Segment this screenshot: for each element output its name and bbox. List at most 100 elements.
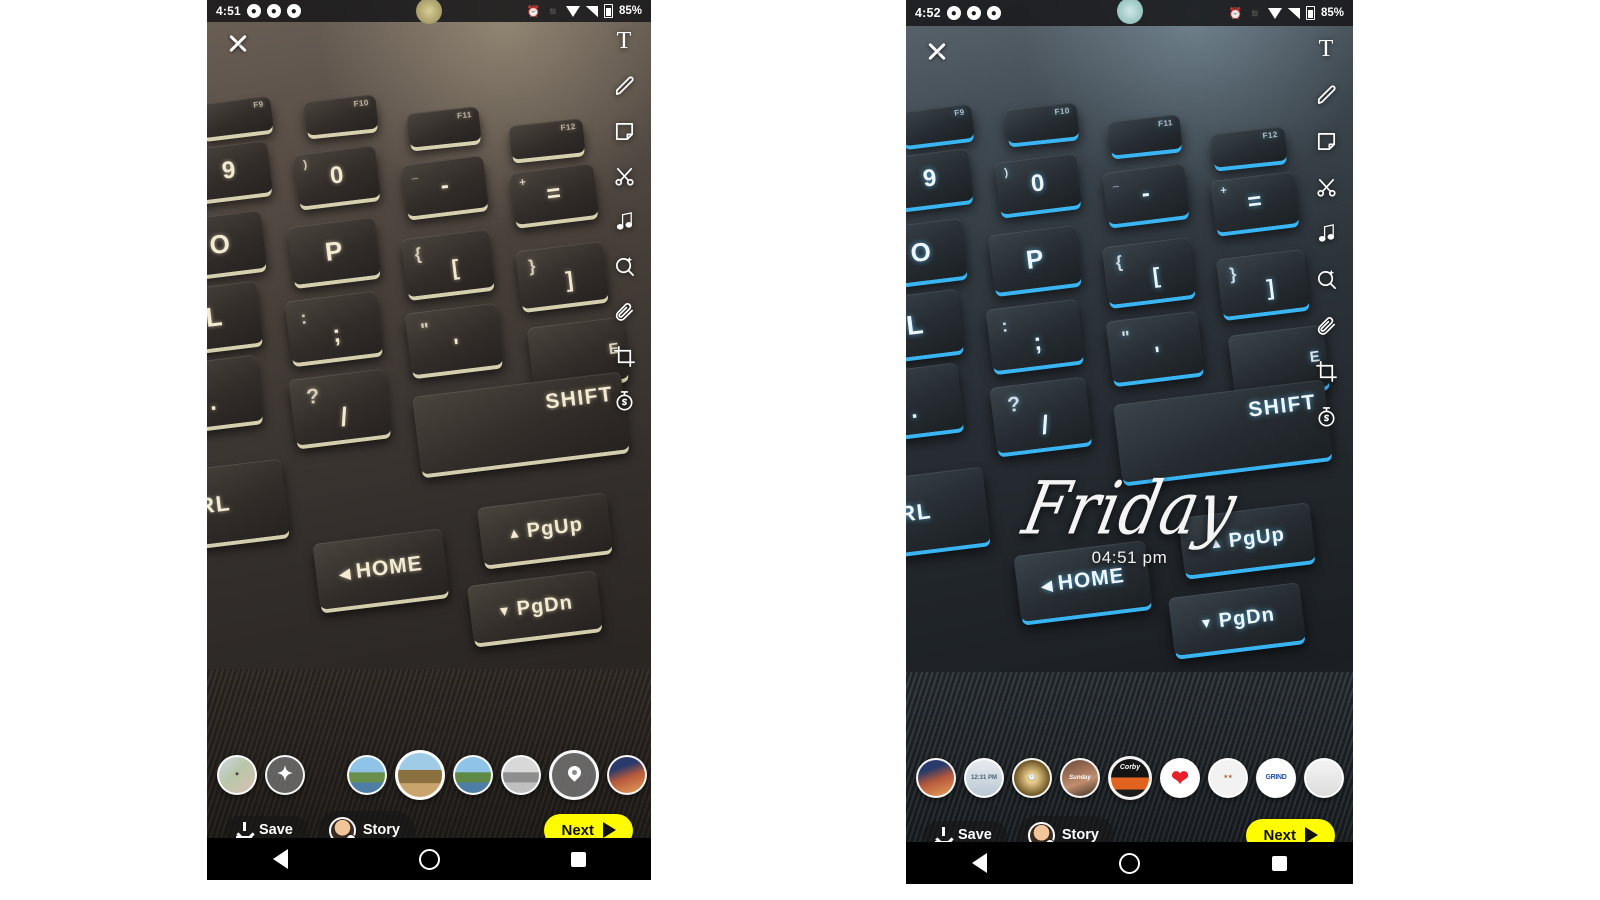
filter-sunday[interactable]: Sunday xyxy=(1060,758,1100,798)
key-slash: ? / xyxy=(288,368,393,446)
lens-tool-icon[interactable] xyxy=(611,253,637,279)
status-time: 4:52 xyxy=(915,6,941,20)
wifi-icon xyxy=(1267,7,1282,19)
filter-wording[interactable]: ★★ xyxy=(1208,758,1248,798)
phone-screen-left: F9 F10 F11 F12 (9 )0 _- += O P {[ }] L :… xyxy=(207,0,651,880)
filter-scenic-3[interactable] xyxy=(453,755,493,795)
snap-photo-left[interactable]: F9 F10 F11 F12 (9 )0 _- += O P {[ }] L :… xyxy=(207,0,651,880)
key-semicolon: :; xyxy=(985,298,1085,372)
key-l: L xyxy=(207,280,264,354)
recents-button[interactable] xyxy=(1272,855,1287,871)
messenger-icon: ● xyxy=(266,4,281,18)
key-l: L xyxy=(906,288,965,362)
send-arrow-icon xyxy=(1305,827,1318,843)
alarm-icon: ⏰ xyxy=(1228,7,1243,20)
scissors-tool-icon[interactable] xyxy=(611,163,637,189)
recents-button[interactable] xyxy=(570,851,586,867)
next-label: Next xyxy=(561,821,594,839)
signal-off-icon xyxy=(585,5,598,17)
signal-off-icon xyxy=(1287,7,1300,19)
key-bracket-left: {[ xyxy=(1101,236,1197,306)
editor-toolbar: T xyxy=(611,28,637,414)
sticker-tool-icon[interactable] xyxy=(1313,128,1339,154)
wifi-icon xyxy=(565,5,580,17)
story-label: Story xyxy=(1061,827,1099,843)
next-label: Next xyxy=(1263,826,1296,844)
key-equals: + = xyxy=(1210,171,1301,233)
save-label: Save xyxy=(259,822,293,838)
filter-clock[interactable]: 🕐 xyxy=(1012,758,1052,798)
sticker-tool-icon[interactable] xyxy=(611,118,637,144)
filter-carousel[interactable]: ✦ ✦ xyxy=(207,750,651,800)
filter-plain[interactable] xyxy=(1304,758,1344,798)
key-bracket-left: {[ xyxy=(401,228,496,298)
filter-heart[interactable]: ❤ xyxy=(1160,758,1200,798)
key-equals: + = xyxy=(509,163,600,225)
filter-logo[interactable]: ✦ xyxy=(217,755,257,795)
key-period: >. xyxy=(906,362,965,440)
music-tool-icon[interactable] xyxy=(611,208,637,234)
music-tool-icon[interactable] xyxy=(1313,220,1339,246)
draw-tool-icon[interactable] xyxy=(1313,82,1339,108)
battery-icon xyxy=(603,4,613,18)
close-icon[interactable] xyxy=(924,38,950,64)
text-tool-icon[interactable]: T xyxy=(1313,36,1339,62)
key-p: P xyxy=(287,216,382,286)
filter-location-pin[interactable] xyxy=(549,750,599,800)
paperclip-tool-icon[interactable] xyxy=(1313,312,1339,338)
back-button[interactable] xyxy=(272,849,288,869)
filter-time-stamp[interactable]: 12:31 PM xyxy=(964,758,1004,798)
crop-tool-icon[interactable] xyxy=(1313,358,1339,384)
key-bracket-right: }] xyxy=(515,240,610,310)
download-icon xyxy=(935,826,951,844)
sparkle-icon: ✦ xyxy=(277,764,293,786)
filter-grind[interactable]: GRIND xyxy=(1256,758,1296,798)
key-minus: _ - xyxy=(1102,163,1191,225)
android-nav-bar xyxy=(906,842,1353,884)
text-tool-icon[interactable]: T xyxy=(611,28,637,54)
pin-icon xyxy=(568,766,581,784)
key-0: ) 0 xyxy=(994,153,1083,215)
key-o: O xyxy=(207,209,268,279)
filter-carousel[interactable]: 12:31 PM 🕐 Sunday Corby ❤ ★★ GRIND xyxy=(906,754,1353,802)
save-label: Save xyxy=(958,827,992,843)
filter-sunset[interactable] xyxy=(916,758,956,798)
scissors-tool-icon[interactable] xyxy=(1313,174,1339,200)
back-button[interactable] xyxy=(972,853,987,873)
key-p: P xyxy=(987,224,1083,294)
battery-percent: 85% xyxy=(618,5,642,17)
battery-icon xyxy=(1305,6,1315,20)
key-bracket-right: }] xyxy=(1215,248,1311,318)
home-button[interactable] xyxy=(418,848,440,870)
vibrate-icon: ◾ xyxy=(1248,7,1262,20)
filter-sunset[interactable] xyxy=(607,755,647,795)
timer-tool-icon[interactable] xyxy=(1313,404,1339,430)
home-button[interactable] xyxy=(1119,852,1140,874)
timer-tool-icon[interactable] xyxy=(611,388,637,414)
crop-tool-icon[interactable] xyxy=(611,343,637,369)
snap-photo-right[interactable]: F9 F10 F11 F12 (9 )0 _- += O P {[ }] L :… xyxy=(906,0,1353,884)
messenger-icon: ● xyxy=(946,6,961,20)
comparison-stage: F9 F10 F11 F12 (9 )0 _- += O P {[ }] L :… xyxy=(0,0,1600,900)
battery-percent: 85% xyxy=(1320,7,1344,19)
filter-scenic-1[interactable] xyxy=(347,755,387,795)
close-icon[interactable] xyxy=(225,30,251,56)
filter-geofilter-corby[interactable]: Corby xyxy=(1108,756,1152,800)
key-o: O xyxy=(906,217,969,287)
filter-magic[interactable]: ✦ xyxy=(265,755,305,795)
download-icon xyxy=(236,821,252,839)
send-arrow-icon xyxy=(603,822,616,838)
phone-screen-right: F9 F10 F11 F12 (9 )0 _- += O P {[ }] L :… xyxy=(906,0,1353,884)
key-slash: ? / xyxy=(989,376,1093,454)
filter-scenic-2[interactable] xyxy=(395,750,445,800)
key-semicolon: :; xyxy=(284,290,384,364)
key-quote: " ' xyxy=(404,302,504,376)
key-0: ) 0 xyxy=(293,145,382,207)
heart-icon: ❤ xyxy=(1171,766,1189,790)
filter-scenic-bw[interactable] xyxy=(501,755,541,795)
editor-toolbar: T xyxy=(1313,36,1339,430)
status-time: 4:51 xyxy=(216,4,241,18)
lens-tool-icon[interactable] xyxy=(1313,266,1339,292)
paperclip-tool-icon[interactable] xyxy=(611,298,637,324)
draw-tool-icon[interactable] xyxy=(611,73,637,99)
